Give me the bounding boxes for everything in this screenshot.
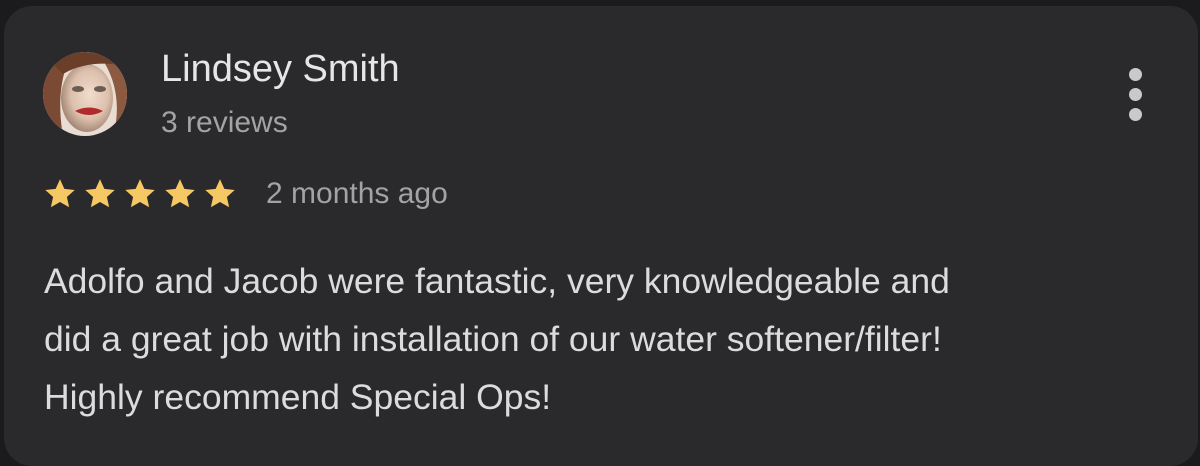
star-icon — [45, 179, 75, 208]
author-review-count: 3 reviews — [161, 106, 288, 139]
star-icon — [125, 179, 155, 208]
menu-dot — [1129, 68, 1142, 81]
review-text: Adolfo and Jacob were fantastic, very kn… — [44, 252, 1164, 426]
author-name[interactable]: Lindsey Smith — [161, 46, 400, 92]
star-icon — [85, 179, 115, 208]
avatar-photo — [43, 52, 127, 136]
star-icon — [165, 179, 195, 208]
review-text-line: Highly recommend Special Ops! — [44, 377, 552, 417]
review-text-line: did a great job with installation of our… — [44, 319, 942, 359]
review-text-line: Adolfo and Jacob were fantastic, very kn… — [44, 261, 950, 301]
star-rating — [42, 176, 238, 212]
menu-dot — [1129, 88, 1142, 101]
more-options-icon[interactable] — [1116, 66, 1156, 124]
menu-dot — [1129, 108, 1142, 121]
review-time: 2 months ago — [266, 177, 448, 210]
author-avatar[interactable] — [43, 52, 127, 136]
star-icon — [205, 179, 235, 208]
review-card: Lindsey Smith 3 reviews 2 months ago Ado… — [4, 6, 1198, 466]
